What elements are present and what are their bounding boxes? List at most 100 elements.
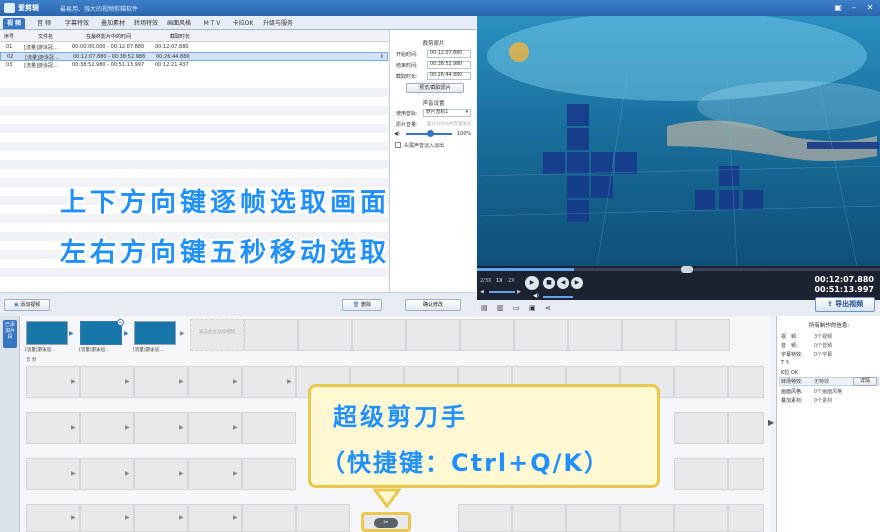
empty-slot (458, 504, 512, 532)
empty-slot (242, 504, 296, 532)
tab-karaoke[interactable]: 卡拉OK (230, 18, 256, 29)
fade-checkbox[interactable] (395, 142, 401, 148)
screenshot-icon[interactable]: ▤ (481, 304, 488, 312)
timeline-side-bar: 已添加片段 (0, 316, 20, 532)
col-duration[interactable]: 截取时长 (170, 33, 190, 40)
empty-slot (728, 366, 764, 398)
audio-track-label: 音 频 (26, 358, 37, 363)
callout-shortcut: （快捷键：Ctrl+Q/K） (321, 449, 611, 477)
empty-slot (674, 504, 728, 532)
tab-audio[interactable]: 音 频 (33, 18, 55, 29)
transition-arrow-icon: ▶ (233, 378, 238, 385)
export-video-button[interactable]: ⇪ 导出视频 (815, 297, 875, 312)
end-time-field[interactable]: 00:38:52.980 (427, 61, 471, 69)
minimize-icon[interactable]: – (848, 2, 860, 14)
col-index[interactable]: 序号 (4, 33, 14, 40)
added-clips-tab[interactable]: 已添加片段 (3, 320, 17, 348)
transition-arrow-icon[interactable]: ▶ (69, 330, 74, 337)
tab-subtitle-effects[interactable]: 字幕特效 (62, 18, 92, 29)
next-frame-icon[interactable]: ▶ (571, 277, 583, 289)
empty-slot (674, 412, 728, 444)
clip-label: [流量]游泳冠... (133, 348, 164, 353)
trash-icon: 🗑 (353, 302, 361, 308)
add-video-slot[interactable]: 双击此处添加视频 (190, 319, 244, 351)
col-final-time[interactable]: 在最终影片中的时间 (86, 33, 131, 40)
fade-label: 头尾声音淡入淡出 (404, 143, 445, 149)
volume-icon[interactable]: ◀) (533, 293, 539, 299)
speed-up-icon[interactable]: ▶ (517, 289, 521, 295)
add-video-button[interactable]: ▣ 添加视频 (4, 299, 50, 311)
col-filename[interactable]: 文件名 (38, 33, 53, 40)
video-frame-image (477, 16, 880, 266)
timeline-clip[interactable] (26, 321, 68, 345)
info-value: 3个视频 (814, 334, 833, 340)
timeline-clip-selected[interactable] (80, 321, 122, 345)
folder-icon[interactable]: ▭ (513, 304, 520, 312)
tab-picture-style[interactable]: 画面风格 (164, 18, 194, 29)
clip-settings-panel: 裁剪原片 开始时间: 00:12:07.880 结束时间: 00:38:52.9… (389, 30, 476, 311)
row-info-icon[interactable]: i (381, 54, 383, 60)
video-preview[interactable] (477, 16, 880, 266)
speed-normal[interactable]: 1X (496, 278, 503, 284)
restore-icon[interactable]: ▣ (832, 2, 844, 14)
speed-down-icon[interactable]: ◀ (480, 289, 484, 295)
collapse-panel-icon[interactable]: ▶ (768, 418, 774, 427)
app-logo-icon (4, 3, 15, 13)
table-row[interactable]: 03 [流量]游泳冠... 00:38:52.980 - 00:51:13.99… (0, 61, 388, 70)
speed-slider[interactable] (489, 291, 515, 293)
table-row[interactable]: 01 [流量]游泳冠... 00:00:00.000 - 00:12:07.88… (0, 43, 388, 52)
app-slogan: 最易用、强大的视频剪辑软件 (60, 6, 139, 13)
scissor-icon: ✂ (374, 518, 398, 528)
stop-icon[interactable]: ■ (543, 277, 555, 289)
tab-upgrade-service[interactable]: 升级与服务 (260, 18, 296, 29)
tab-mtv[interactable]: M T V (198, 18, 226, 29)
empty-slot (728, 504, 764, 532)
playback-progress-track[interactable] (477, 268, 880, 271)
tab-transition-effects[interactable]: 转场特效 (131, 18, 161, 29)
transition-arrow-icon[interactable]: ▶ (124, 330, 129, 337)
transition-arrow-icon: ▶ (125, 378, 130, 385)
preview-trim-button[interactable]: 预览/截取原片 (406, 83, 464, 93)
scissor-tool-button[interactable]: ✂ (361, 508, 411, 532)
info-label: 音 频: (781, 343, 798, 349)
title-bar: 爱剪辑 最易用、强大的视频剪辑软件 ▣ – ✕ (0, 0, 880, 16)
close-icon[interactable]: ✕ (864, 2, 876, 14)
info-title: 所有制作的信息: (808, 323, 850, 329)
table-header: 序号 文件名 在最终影片中的时间 截取时长 (0, 30, 388, 42)
empty-slot (674, 458, 728, 490)
empty-slot (242, 458, 296, 490)
delete-button[interactable]: 🗑 删除 (342, 299, 382, 311)
share-icon[interactable]: ⋖ (545, 304, 551, 312)
speed-fast[interactable]: 2X (508, 278, 515, 284)
end-time-label: 结束时间: (396, 63, 418, 69)
settings-icon[interactable]: ▣ (529, 304, 536, 312)
shortcut-callout: 超级剪刀手 （快捷键：Ctrl+Q/K） (308, 384, 660, 488)
prev-frame-icon[interactable]: ◀ (557, 277, 569, 289)
timeline-clip[interactable] (134, 321, 176, 345)
info-value: 0个音频 (814, 343, 833, 349)
player-volume-slider[interactable] (543, 296, 573, 298)
tab-video[interactable]: 视 频 (3, 18, 25, 29)
transition-arrow-icon: ▶ (125, 424, 130, 431)
start-time-field[interactable]: 00:12:07.880 (427, 50, 471, 58)
volume-slider-knob[interactable] (427, 130, 434, 137)
info-label: 画面风格: (781, 389, 803, 395)
speed-slow[interactable]: 2/3X (480, 278, 491, 284)
total-time: 00:51:13.997 (814, 285, 874, 294)
save-frame-icon[interactable]: ▥ (497, 304, 504, 312)
speaker-icon: ◀) (394, 131, 400, 137)
duration-field[interactable]: 00:26:44.880 (427, 72, 471, 80)
empty-slot (676, 319, 730, 351)
playback-progress-knob[interactable] (681, 266, 693, 273)
details-button[interactable]: 详情 (853, 377, 877, 386)
tab-overlay-materials[interactable]: 叠加素材 (98, 18, 128, 29)
info-label: 字幕特效: (781, 352, 803, 358)
play-icon[interactable]: ▶ (525, 276, 539, 290)
info-value: 0个画面风格 (814, 389, 843, 395)
confirm-edit-button[interactable]: 确认修改 (405, 299, 461, 311)
audio-track-select[interactable]: 原片音轨1 ▾ (423, 109, 471, 117)
empty-slot (620, 504, 674, 532)
chevron-down-icon: ▾ (465, 110, 468, 115)
table-row-selected[interactable]: 02 [流量]游泳冠... 00:12:07.880 - 00:38:52.98… (0, 52, 388, 61)
empty-slot (512, 504, 566, 532)
